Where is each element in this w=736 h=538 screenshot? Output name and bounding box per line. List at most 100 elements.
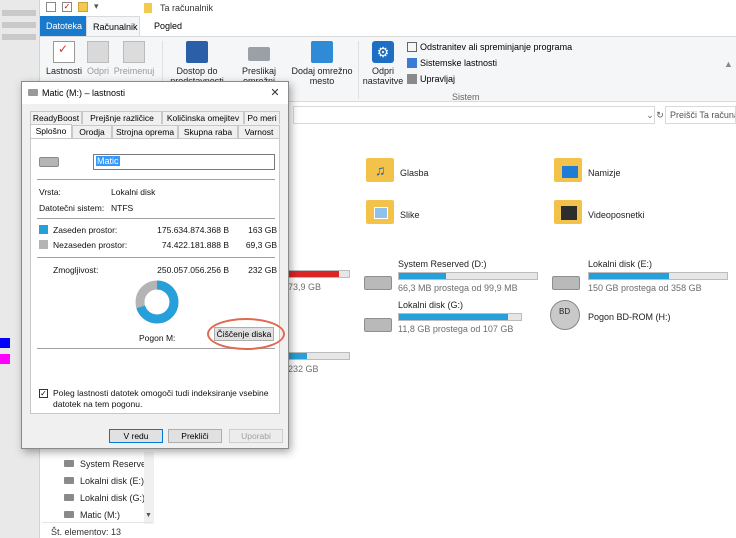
nav-item-label: Lokalni disk (G:) — [80, 493, 146, 503]
window-title: Ta računalnik — [160, 3, 214, 13]
desktop-folder-icon[interactable] — [554, 158, 582, 182]
add-location-label-1: Dodaj omrežno — [291, 66, 353, 76]
dialog-title-bar[interactable]: Matic (M:) – lastnosti ✕ — [22, 82, 288, 104]
tab-custom[interactable]: Po meri — [244, 111, 280, 124]
tab-tools[interactable]: Orodja — [72, 125, 112, 138]
uninstall-program-button[interactable]: Odstranitev ali spreminjanje programa — [407, 42, 572, 52]
tab-hardware[interactable]: Strojna oprema — [112, 125, 178, 138]
open-settings-label-2: nastavitve — [362, 76, 404, 86]
group-label-system: Sistem — [452, 92, 480, 102]
bd-rom-icon[interactable]: BD — [550, 300, 580, 330]
add-location-label-2: mesto — [309, 76, 335, 86]
tab-readyboost[interactable]: ReadyBoost — [30, 111, 82, 124]
drive-icon — [64, 460, 74, 467]
drive-icon[interactable] — [364, 318, 392, 332]
ribbon-collapse-icon[interactable]: ▲ — [724, 59, 733, 69]
nav-item-disk-g[interactable]: Lokalni disk (G:) — [64, 493, 145, 503]
divider — [37, 218, 275, 219]
general-panel: Matic Vrsta: Lokalni disk Datotečni sist… — [30, 138, 280, 414]
drive-icon — [64, 494, 74, 501]
ok-button[interactable]: V redu — [109, 429, 163, 443]
folder-label-music[interactable]: Glasba — [400, 168, 429, 178]
free-label: Nezaseden prostor: — [53, 240, 128, 250]
close-icon[interactable]: ✕ — [268, 86, 282, 100]
drive-name-bd-rom[interactable]: Pogon BD-ROM (H:) — [588, 312, 671, 322]
drive-free-text: 150 GB prostega od 358 GB — [588, 283, 702, 293]
tab-security[interactable]: Varnost — [238, 125, 280, 138]
drive-icon[interactable] — [364, 276, 392, 290]
divider — [37, 179, 275, 180]
drive-name: Lokalni disk (G:) — [398, 300, 464, 310]
cancel-button[interactable]: Prekliči — [168, 429, 222, 443]
uninstall-label: Odstranitev ali spreminjanje programa — [420, 42, 573, 52]
pictures-folder-icon[interactable] — [366, 200, 394, 224]
drive-usage-fill — [289, 271, 340, 277]
properties-label: Lastnosti — [45, 66, 83, 76]
drive-name-input[interactable]: Matic — [93, 154, 275, 170]
nav-item-system-reserved[interactable]: System Reserved — [64, 459, 151, 469]
properties-dialog: Matic (M:) – lastnosti ✕ ReadyBoost Prej… — [21, 81, 289, 449]
drive-item-d[interactable]: System Reserved (D:) 66,3 MB prostega od… — [398, 259, 540, 293]
new-folder-icon[interactable] — [78, 2, 88, 12]
tab-quota[interactable]: Količinska omejitev — [162, 111, 244, 124]
drive-usage-fill — [399, 314, 508, 320]
manage-button[interactable]: Upravljaj — [407, 74, 455, 84]
folder-label-videos[interactable]: Videoposnetki — [588, 210, 644, 220]
tab-sharing[interactable]: Skupna raba — [178, 125, 238, 138]
divider — [37, 257, 275, 258]
drive-item-e[interactable]: Lokalni disk (E:) 150 GB prostega od 358… — [588, 259, 734, 293]
rename-button[interactable]: Preimenuj — [112, 41, 156, 76]
tab-file[interactable]: Datoteka — [40, 16, 86, 36]
drive-icon[interactable] — [552, 276, 580, 290]
rename-label: Preimenuj — [113, 66, 155, 76]
address-bar[interactable]: ⌄ — [293, 106, 655, 124]
used-label: Zaseden prostor: — [53, 225, 118, 235]
nav-scrollbar[interactable]: ▼ — [144, 452, 154, 524]
chevron-down-icon[interactable]: ▾ — [94, 1, 99, 12]
nav-item-matic[interactable]: Matic (M:) — [64, 510, 120, 520]
videos-folder-icon[interactable] — [554, 200, 582, 224]
properties-button[interactable]: ✓ Lastnosti — [44, 41, 84, 76]
folder-label-pictures[interactable]: Slike — [400, 210, 420, 220]
nav-item-disk-e[interactable]: Lokalni disk (E:) — [64, 476, 144, 486]
window-title-bar: ✓ ▾ Ta računalnik — [40, 0, 736, 16]
usage-donut-chart — [135, 280, 179, 324]
open-settings-button[interactable]: ⚙ Odpri nastavitve — [362, 41, 404, 86]
open-settings-label-1: Odpri — [371, 66, 394, 76]
status-divider — [42, 522, 152, 523]
ribbon-separator — [358, 41, 359, 99]
folder-icon[interactable] — [46, 2, 56, 12]
system-properties-label: Sistemske lastnosti — [420, 58, 498, 68]
tab-computer[interactable]: Računalnik — [86, 16, 140, 36]
open-button[interactable]: Odpri — [84, 41, 112, 76]
drive-usage-fill — [399, 273, 446, 279]
drive-usage-bar — [288, 352, 350, 360]
refresh-icon[interactable]: ↻ — [655, 106, 665, 124]
drive-item-partial[interactable]: 232 GB — [288, 352, 350, 374]
drive-item-g[interactable]: Lokalni disk (G:) 11,8 GB prostega od 10… — [398, 300, 540, 334]
desktop-color-swatch — [0, 338, 10, 348]
drive-name-value: Matic — [96, 156, 120, 166]
tab-previous-versions[interactable]: Prejšnje različice — [82, 111, 162, 124]
index-checkbox[interactable]: ✓ — [39, 389, 48, 398]
access-media-button[interactable]: Dostop do predstavnosti — [168, 41, 226, 86]
tab-view[interactable]: Pogled — [148, 16, 188, 36]
drive-item-partial[interactable]: 73,9 GB — [288, 270, 350, 292]
scroll-down-icon[interactable]: ▼ — [145, 512, 152, 519]
music-folder-icon[interactable]: ♫ — [366, 158, 394, 182]
drive-icon — [64, 511, 74, 518]
checkmark-icon[interactable]: ✓ — [62, 2, 72, 12]
drive-icon — [28, 89, 38, 96]
drive-usage-bar — [398, 313, 522, 321]
desktop-color-swatch — [0, 354, 10, 364]
tab-general[interactable]: Splošno — [30, 124, 72, 138]
search-input[interactable]: Preišči Ta računalnik — [665, 106, 736, 124]
drive-usage-bar — [588, 272, 728, 280]
folder-label-desktop[interactable]: Namizje — [588, 168, 621, 178]
system-properties-button[interactable]: Sistemske lastnosti — [407, 58, 497, 68]
capacity-bytes: 250.057.056.256 B — [157, 265, 229, 275]
add-network-location-button[interactable]: Dodaj omrežno mesto — [291, 41, 353, 86]
index-text-line-2[interactable]: datotek na tem pogonu. — [53, 399, 142, 409]
index-text-line-1[interactable]: Poleg lastnosti datotek omogoči tudi ind… — [53, 388, 268, 398]
apply-button[interactable]: Uporabi — [229, 429, 283, 443]
